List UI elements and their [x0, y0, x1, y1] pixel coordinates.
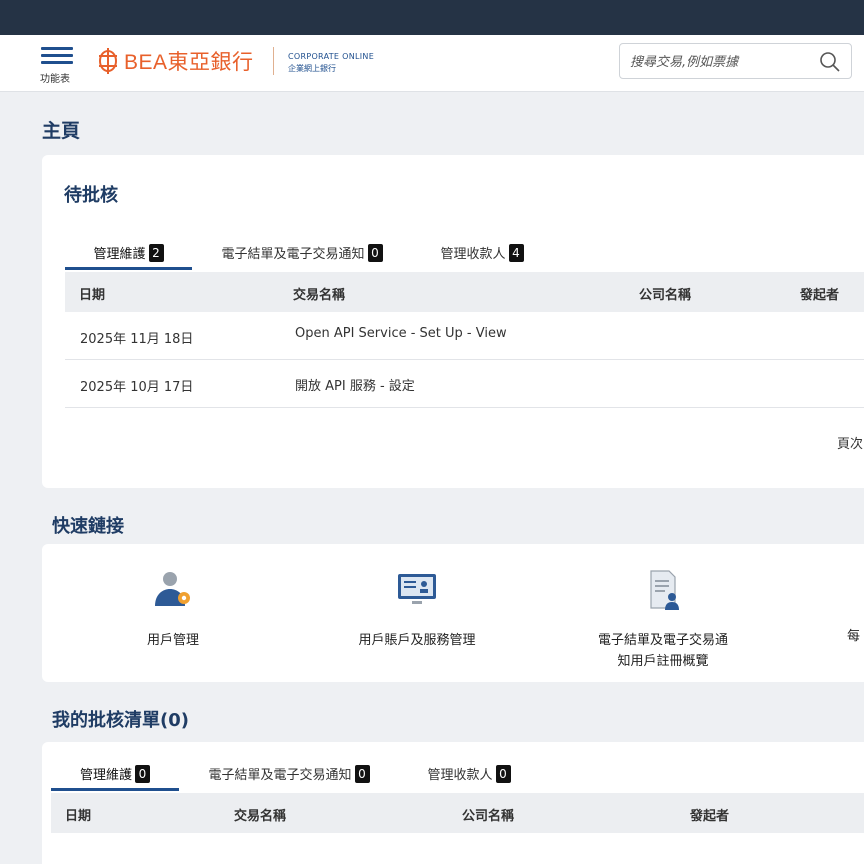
quick-link-account-service-management[interactable]: 用戶賬戶及服務管理 — [347, 568, 487, 651]
bea-logo[interactable]: BEA東亞銀行 — [97, 46, 254, 76]
tab-admin-maintenance[interactable]: 管理維護 0 — [51, 756, 179, 791]
count-badge: 0 — [495, 764, 511, 783]
product-name: CORPORATE ONLINE 企業網上銀行 — [288, 51, 374, 75]
bea-logo-icon — [99, 48, 117, 74]
logo-divider — [273, 47, 274, 75]
row-transaction-name[interactable]: Open API Service - Set Up - View — [295, 326, 507, 341]
column-header: 發起者 — [690, 809, 730, 824]
count-badge: 0 — [367, 243, 383, 262]
quick-link-label: 電子結單及電子交易通 知用戶註冊概覽 — [597, 633, 728, 669]
search-box[interactable] — [619, 43, 852, 79]
blank-icon — [847, 568, 864, 612]
pending-approval-card: 待批核 管理維護 2 電子結單及電子交易通知 0 管理收款人 4 日期 交易名稱… — [42, 155, 864, 488]
quick-link-partial[interactable]: 每 — [847, 568, 864, 647]
tab-label: 管理收款人 — [440, 247, 506, 262]
menu-button[interactable]: 功能表 — [40, 47, 76, 87]
pending-title: 待批核 — [64, 185, 118, 206]
tab-label: 管理維護 — [93, 247, 146, 262]
quick-link-label: 每 — [847, 629, 861, 644]
menu-label: 功能表 — [40, 74, 70, 85]
pager-label: 頁次 — [837, 437, 864, 452]
column-header: 交易名稱 — [234, 809, 287, 824]
product-name-zh: 企業網上銀行 — [288, 64, 336, 73]
column-header: 日期 — [65, 809, 92, 824]
user-gear-icon — [155, 572, 190, 606]
pending-tabs: 管理維護 2 電子結單及電子交易通知 0 管理收款人 4 — [65, 235, 552, 270]
top-bar — [0, 0, 864, 35]
tab-label: 電子結單及電子交易通知 — [208, 768, 352, 783]
count-badge: 4 — [508, 243, 524, 262]
quick-links-title: 快速鏈接 — [52, 516, 124, 537]
quick-link-label: 用戶管理 — [146, 633, 199, 648]
monitor-accounts-icon — [398, 574, 436, 604]
my-approvals-title: 我的批核清單(0) — [52, 710, 189, 731]
column-header: 日期 — [79, 288, 106, 303]
search-icon[interactable] — [819, 51, 841, 73]
quick-links-card: 用戶管理 用戶賬戶及服務管理 電子結單及電子交易通 知用戶註冊概覽 每 — [42, 544, 864, 682]
quick-link-user-management[interactable]: 用戶管理 — [120, 568, 226, 651]
column-header: 交易名稱 — [293, 288, 346, 303]
page-title: 主頁 — [42, 120, 81, 142]
product-name-en: CORPORATE ONLINE — [288, 52, 375, 61]
tab-label: 電子結單及電子交易通知 — [221, 247, 365, 262]
row-date: 2025年 10月 17日 — [80, 380, 194, 395]
row-transaction-name[interactable]: 開放 API 服務 - 設定 — [295, 375, 415, 394]
count-badge: 0 — [135, 764, 150, 783]
hamburger-icon — [40, 47, 76, 64]
logo-wordmark: BEA東亞銀行 — [124, 51, 254, 74]
column-header: 公司名稱 — [639, 288, 692, 303]
tab-admin-maintenance[interactable]: 管理維護 2 — [65, 235, 192, 270]
my-approvals-tabs: 管理維護 0 電子結單及電子交易通知 0 管理收款人 0 — [51, 756, 539, 791]
tab-manage-payees[interactable]: 管理收款人 4 — [412, 235, 552, 270]
row-date: 2025年 11月 18日 — [80, 332, 194, 347]
tab-label: 管理收款人 — [427, 768, 493, 783]
pending-table-header: 日期 交易名稱 公司名稱 發起者 — [65, 272, 864, 312]
tab-manage-payees[interactable]: 管理收款人 0 — [399, 756, 539, 791]
quick-link-label: 用戶賬戶及服務管理 — [358, 633, 476, 648]
app-header: 功能表 BEA東亞銀行 CORPORATE ONLINE 企業網上銀行 — [0, 35, 864, 92]
document-user-icon — [650, 570, 679, 610]
my-approvals-table-header: 日期 交易名稱 公司名稱 發起者 — [51, 793, 864, 833]
table-row[interactable]: 2025年 11月 18日 Open API Service - Set Up … — [65, 312, 864, 360]
column-header: 公司名稱 — [462, 809, 515, 824]
count-badge: 2 — [148, 243, 164, 262]
search-input[interactable] — [630, 52, 810, 72]
table-row[interactable]: 2025年 10月 17日 開放 API 服務 - 設定 — [65, 360, 864, 408]
tab-label: 管理維護 — [79, 768, 132, 783]
count-badge: 0 — [354, 764, 370, 783]
tab-estatement-notification[interactable]: 電子結單及電子交易通知 0 — [192, 235, 412, 270]
column-header: 發起者 — [800, 288, 840, 303]
tab-estatement-notification[interactable]: 電子結單及電子交易通知 0 — [179, 756, 399, 791]
my-approvals-card: 管理維護 0 電子結單及電子交易通知 0 管理收款人 0 日期 交易名稱 公司名… — [42, 742, 864, 864]
quick-link-estatement-registration-overview[interactable]: 電子結單及電子交易通 知用戶註冊概覽 — [582, 568, 744, 672]
